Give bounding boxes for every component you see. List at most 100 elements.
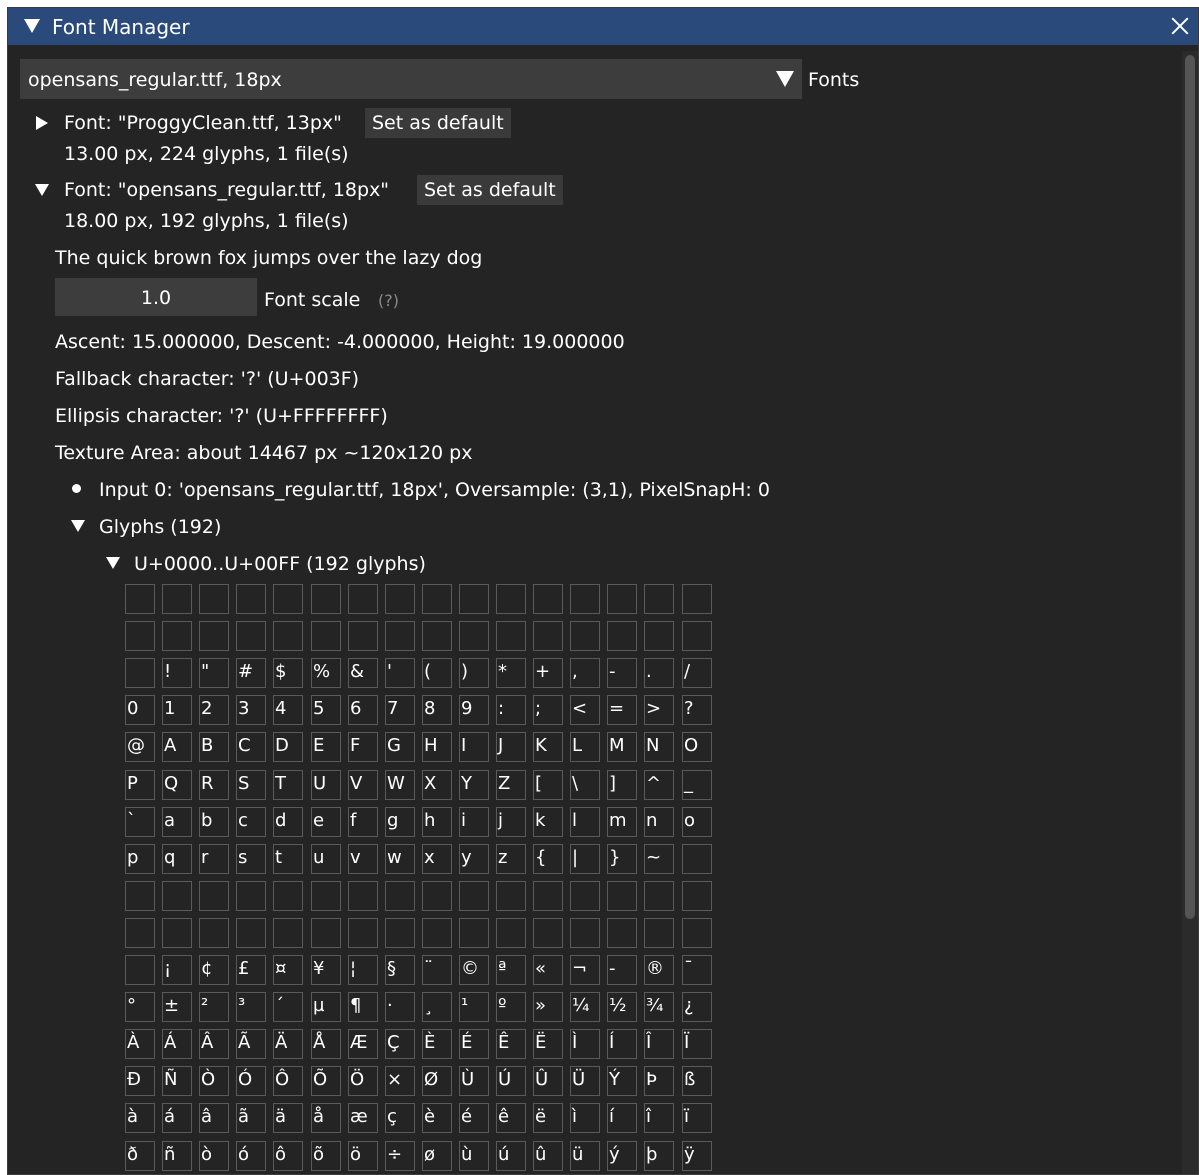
glyph-cell[interactable] <box>273 621 303 651</box>
glyph-cell[interactable]: 5 <box>311 695 341 725</box>
glyph-cell[interactable] <box>607 621 637 651</box>
glyph-cell[interactable]: Ã <box>236 1029 266 1059</box>
glyph-cell[interactable]: è <box>422 1103 452 1133</box>
glyph-cell[interactable]: ç <box>385 1103 415 1133</box>
glyph-cell[interactable]: © <box>459 955 489 985</box>
glyph-cell[interactable]: ¦ <box>348 955 378 985</box>
glyph-cell[interactable]: ] <box>607 770 637 800</box>
glyph-cell[interactable]: þ <box>644 1141 674 1171</box>
glyph-cell[interactable] <box>385 918 415 948</box>
glyph-cell[interactable]: s <box>236 844 266 874</box>
glyph-cell[interactable]: - <box>607 658 637 688</box>
glyph-cell[interactable]: ± <box>162 992 192 1022</box>
glyph-cell[interactable]: ã <box>236 1103 266 1133</box>
glyph-cell[interactable]: é <box>459 1103 489 1133</box>
glyph-cell[interactable] <box>125 881 155 911</box>
glyph-cell[interactable] <box>348 881 378 911</box>
glyph-cell[interactable] <box>348 621 378 651</box>
glyph-cell[interactable]: ½ <box>607 992 637 1022</box>
set-default-button-opensans[interactable]: Set as default <box>417 175 563 205</box>
glyph-cell[interactable]: # <box>236 658 266 688</box>
glyph-cell[interactable] <box>682 621 712 651</box>
glyph-cell[interactable]: 4 <box>273 695 303 725</box>
glyph-cell[interactable]: E <box>311 732 341 762</box>
glyph-cell[interactable]: ¼ <box>570 992 600 1022</box>
collapse-arrow-icon[interactable] <box>71 520 85 532</box>
glyph-cell[interactable]: l <box>570 807 600 837</box>
fonts-combo[interactable]: opensans_regular.ttf, 18px <box>20 59 802 99</box>
glyph-cell[interactable] <box>459 621 489 651</box>
glyph-cell[interactable]: e <box>311 807 341 837</box>
glyph-cell[interactable]: ) <box>459 658 489 688</box>
glyph-cell[interactable]: ¢ <box>199 955 229 985</box>
glyph-cell[interactable]: g <box>385 807 415 837</box>
glyph-cell[interactable]: n <box>644 807 674 837</box>
glyph-cell[interactable]: H <box>422 732 452 762</box>
glyph-cell[interactable]: Æ <box>348 1029 378 1059</box>
glyph-cell[interactable]: ` <box>125 807 155 837</box>
glyph-cell[interactable]: . <box>644 658 674 688</box>
glyph-cell[interactable]: ¬ <box>570 955 600 985</box>
glyph-cell[interactable]: Z <box>496 770 526 800</box>
glyph-cell[interactable]: a <box>162 807 192 837</box>
glyph-cell[interactable]: X <box>422 770 452 800</box>
glyph-cell[interactable]: 1 <box>162 695 192 725</box>
glyph-cell[interactable]: R <box>199 770 229 800</box>
glyph-cell[interactable] <box>273 881 303 911</box>
glyph-cell[interactable]: ¿ <box>682 992 712 1022</box>
glyph-cell[interactable]: " <box>199 658 229 688</box>
glyph-cell[interactable]: b <box>199 807 229 837</box>
glyph-cell[interactable] <box>570 918 600 948</box>
glyph-cell[interactable]: Ü <box>570 1066 600 1096</box>
glyph-cell[interactable]: $ <box>273 658 303 688</box>
glyph-cell[interactable]: G <box>385 732 415 762</box>
glyph-cell[interactable]: Ú <box>496 1066 526 1096</box>
glyph-cell[interactable]: ì <box>570 1103 600 1133</box>
glyph-cell[interactable]: å <box>311 1103 341 1133</box>
glyph-cell[interactable]: \ <box>570 770 600 800</box>
glyph-cell[interactable] <box>348 584 378 614</box>
glyph-cell[interactable]: Á <box>162 1029 192 1059</box>
glyph-cell[interactable]: Ë <box>533 1029 563 1059</box>
glyph-cell[interactable]: ¸ <box>422 992 452 1022</box>
glyph-cell[interactable]: ® <box>644 955 674 985</box>
glyph-cell[interactable]: m <box>607 807 637 837</box>
glyph-cell[interactable]: h <box>422 807 452 837</box>
glyph-cell[interactable]: Î <box>644 1029 674 1059</box>
glyph-cell[interactable]: C <box>236 732 266 762</box>
glyph-cell[interactable] <box>682 918 712 948</box>
glyph-cell[interactable]: S <box>236 770 266 800</box>
glyphs-tree-node[interactable]: Glyphs (192) <box>99 516 221 538</box>
title-bar[interactable]: Font Manager <box>8 8 1198 45</box>
glyph-cell[interactable] <box>496 621 526 651</box>
glyph-cell[interactable]: ° <box>125 992 155 1022</box>
glyph-cell[interactable]: / <box>682 658 712 688</box>
glyph-cell[interactable]: ð <box>125 1141 155 1171</box>
glyph-cell[interactable]: A <box>162 732 192 762</box>
glyph-cell[interactable]: Û <box>533 1066 563 1096</box>
glyph-cell[interactable]: â <box>199 1103 229 1133</box>
glyph-cell[interactable]: Ð <box>125 1066 155 1096</box>
dropdown-arrow-icon[interactable] <box>776 71 794 87</box>
glyph-cell[interactable] <box>682 881 712 911</box>
glyph-cell[interactable]: w <box>385 844 415 874</box>
glyph-cell[interactable]: ¡ <box>162 955 192 985</box>
glyph-cell[interactable]: j <box>496 807 526 837</box>
glyph-cell[interactable] <box>199 621 229 651</box>
glyph-cell[interactable] <box>422 621 452 651</box>
glyph-cell[interactable] <box>162 918 192 948</box>
glyph-cell[interactable] <box>570 621 600 651</box>
glyph-cell[interactable] <box>125 918 155 948</box>
glyph-cell[interactable]: ¾ <box>644 992 674 1022</box>
glyph-cell[interactable] <box>422 584 452 614</box>
glyph-cell[interactable]: ² <box>199 992 229 1022</box>
glyph-cell[interactable] <box>459 918 489 948</box>
glyph-cell[interactable] <box>496 918 526 948</box>
glyph-cell[interactable]: ÷ <box>385 1141 415 1171</box>
glyph-cell[interactable]: ô <box>273 1141 303 1171</box>
glyph-cell[interactable] <box>644 621 674 651</box>
glyph-range-tree-node[interactable]: U+0000..U+00FF (192 glyphs) <box>134 553 426 575</box>
glyph-cell[interactable]: r <box>199 844 229 874</box>
glyph-cell[interactable]: z <box>496 844 526 874</box>
glyph-cell[interactable] <box>422 918 452 948</box>
